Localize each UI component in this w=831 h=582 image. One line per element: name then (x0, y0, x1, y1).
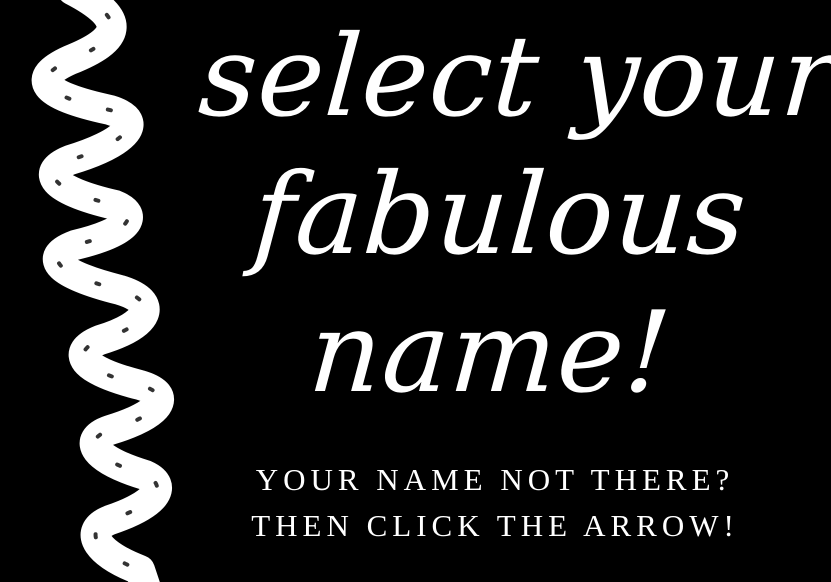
headline-line-3: name! (305, 288, 676, 418)
headline: select your fabulous name! (176, 8, 831, 422)
headline-line-1: select your (195, 12, 831, 142)
instructions-line-1: YOUR NAME NOT THERE? (255, 462, 735, 497)
headline-line-2: fabulous (248, 150, 751, 280)
instructions-line-2: THEN CLICK THE ARROW! (251, 508, 739, 543)
brush-stroke-squiggle-icon (31, 0, 174, 582)
instructions: YOUR NAME NOT THERE? THEN CLICK THE ARRO… (200, 457, 790, 549)
